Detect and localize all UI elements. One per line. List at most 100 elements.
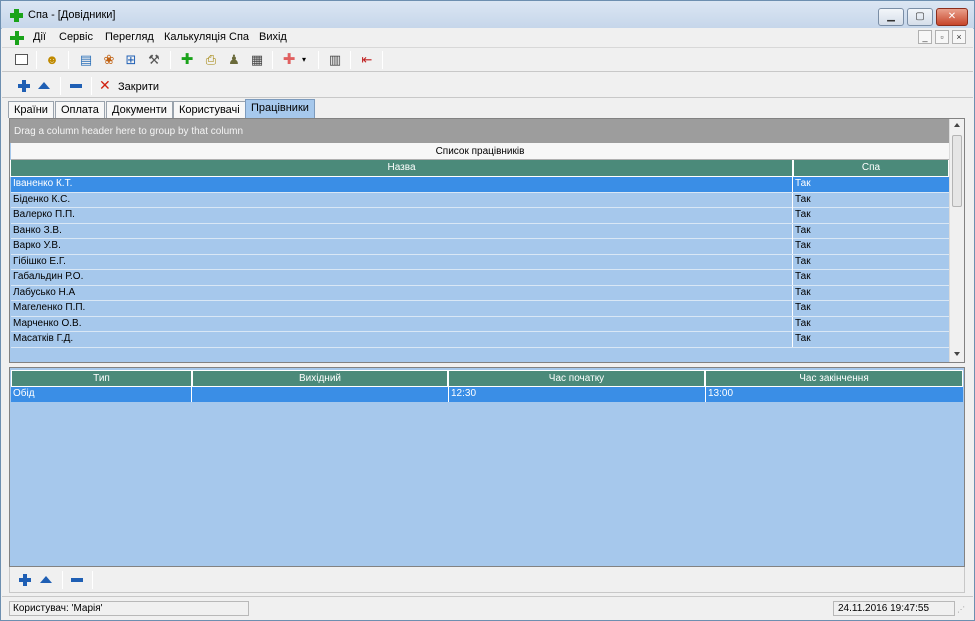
cell-spa[interactable]: Так: [793, 239, 949, 254]
cell-spa[interactable]: Так: [793, 255, 949, 270]
tools-icon[interactable]: ⚒: [145, 51, 163, 69]
cell-spa[interactable]: Так: [793, 224, 949, 239]
table-row[interactable]: Обід 12:30 13:00: [11, 387, 963, 402]
minimize-button[interactable]: ▁: [878, 8, 904, 26]
menu-actions[interactable]: Дії: [31, 31, 48, 43]
cell-name[interactable]: Ванко З.В.: [11, 223, 793, 239]
app-cross-icon: [10, 9, 23, 22]
mdi-minimize-button[interactable]: _: [918, 30, 932, 44]
cell-name[interactable]: Варко У.В.: [11, 239, 793, 254]
cell-spa[interactable]: Так: [793, 193, 949, 208]
delete-schedule-icon[interactable]: [71, 578, 83, 582]
add-schedule-icon[interactable]: [19, 574, 31, 586]
cell-name[interactable]: Валерко П.П.: [11, 208, 793, 223]
users-icon[interactable]: ☻: [43, 51, 61, 69]
scrollbar-thumb[interactable]: [952, 135, 962, 207]
column-header-name[interactable]: Назва: [10, 160, 793, 177]
cell-name[interactable]: Біденко К.С.: [11, 192, 793, 208]
cell-name[interactable]: Габальдин Р.О.: [11, 270, 793, 285]
cell-spa[interactable]: Так: [793, 286, 949, 301]
band-header-title: Список працівників: [11, 143, 949, 160]
cell-spa[interactable]: Так: [793, 208, 949, 223]
table-row[interactable]: Іваненко К.Т. Так: [11, 177, 949, 193]
exit-door-icon[interactable]: ⇤: [358, 51, 376, 69]
add-green-icon[interactable]: ✚: [178, 51, 196, 69]
cell-name[interactable]: Магеленко П.П.: [11, 301, 793, 316]
close-x-icon[interactable]: ✕: [99, 78, 111, 92]
table-row[interactable]: Лабусько Н.А Так: [11, 285, 949, 301]
mdi-restore-button[interactable]: ▫: [935, 30, 949, 44]
cell-spa[interactable]: Так: [793, 301, 949, 316]
column-header-spa[interactable]: Спа: [793, 160, 949, 177]
cell-spa[interactable]: Так: [793, 270, 949, 285]
cell-name[interactable]: Іваненко К.Т.: [11, 177, 793, 192]
cell-spa[interactable]: Так: [793, 177, 949, 192]
delete-record-icon[interactable]: [70, 84, 82, 88]
calculator-icon[interactable]: ▥: [326, 51, 344, 69]
column-header-start-time[interactable]: Час початку: [448, 370, 705, 387]
tab-payment[interactable]: Оплата: [55, 101, 105, 118]
tab-employees[interactable]: Працівники: [245, 99, 315, 118]
schedule-actionbar: [9, 567, 965, 593]
move-up-icon[interactable]: [38, 82, 50, 89]
person-icon[interactable]: ♟: [225, 51, 243, 69]
printer-icon[interactable]: ⎙: [202, 51, 220, 69]
column-header-end-time[interactable]: Час закінчення: [705, 370, 963, 387]
cell-dayoff[interactable]: [192, 387, 449, 402]
app-menu-cross-icon[interactable]: [10, 31, 24, 45]
table-row[interactable]: Біденко К.С. Так: [11, 192, 949, 208]
column-header-type[interactable]: Тип: [11, 370, 192, 387]
column-header-dayoff[interactable]: Вихідний: [192, 370, 448, 387]
record-actionbar: ✕ Закрити: [2, 73, 973, 98]
report-icon[interactable]: ▦: [248, 51, 266, 69]
close-window-button[interactable]: ✕: [936, 8, 968, 26]
mdi-close-button[interactable]: ×: [952, 30, 966, 44]
menu-exit[interactable]: Вихід: [257, 31, 289, 43]
app-window: Спа - [Довідники] ▁ ▢ ✕ Дії Сервіс Перег…: [0, 0, 975, 621]
cell-name[interactable]: Масатків Г.Д.: [11, 332, 793, 347]
cell-end-time[interactable]: 13:00: [706, 387, 963, 402]
cell-spa[interactable]: Так: [793, 317, 949, 332]
cell-start-time[interactable]: 12:30: [449, 387, 706, 402]
table-row[interactable]: Габальдин Р.О. Так: [11, 270, 949, 286]
medical-cross-icon[interactable]: ✚: [280, 51, 298, 69]
table-row[interactable]: Масатків Г.Д. Так: [11, 332, 949, 348]
tab-strip: Країни Оплата Документи Користувачі Прац…: [2, 98, 973, 118]
table-row[interactable]: Марченко О.В. Так: [11, 316, 949, 332]
window-icon[interactable]: [12, 51, 30, 69]
menu-view[interactable]: Перегляд: [103, 31, 156, 43]
add-record-icon[interactable]: [18, 80, 30, 92]
table-row[interactable]: Магеленко П.П. Так: [11, 301, 949, 317]
maximize-button[interactable]: ▢: [907, 8, 933, 26]
schedule-move-up-icon[interactable]: [40, 576, 52, 583]
table-row[interactable]: Валерко П.П. Так: [11, 208, 949, 224]
resize-grip-icon[interactable]: ⋰: [957, 605, 969, 617]
scroll-up-arrow-icon[interactable]: [954, 123, 960, 127]
cell-name[interactable]: Гібішко Е.Г.: [11, 254, 793, 270]
vertical-scrollbar[interactable]: [949, 119, 964, 362]
scroll-down-arrow-icon[interactable]: [954, 352, 960, 356]
group-by-panel[interactable]: Drag a column header here to group by th…: [10, 119, 949, 143]
menu-service[interactable]: Сервіс: [57, 31, 95, 43]
cell-name[interactable]: Лабусько Н.А: [11, 285, 793, 301]
tab-documents[interactable]: Документи: [106, 101, 173, 118]
schedule-grid: Тип Вихідний Час початку Час закінчення …: [9, 367, 965, 567]
table-row[interactable]: Гібішко Е.Г. Так: [11, 254, 949, 270]
title-bar: Спа - [Довідники] ▁ ▢ ✕: [1, 1, 974, 29]
menu-spa-calculation[interactable]: Калькуляція Спа: [162, 31, 251, 43]
status-bar: Користувач: 'Марія' 24.11.2016 19:47:55 …: [2, 596, 973, 620]
document-icon[interactable]: ▤: [77, 51, 95, 69]
table-row[interactable]: Варко У.В. Так: [11, 239, 949, 255]
main-toolbar: ☻ ▤ ❀ ⊞ ⚒ ✚ ⎙ ♟ ▦ ✚ ▾ ▥ ⇤: [2, 48, 973, 72]
close-button-label[interactable]: Закрити: [118, 81, 159, 93]
cell-type[interactable]: Обід: [11, 387, 192, 402]
tab-users[interactable]: Користувачі: [173, 101, 246, 118]
cell-spa[interactable]: Так: [793, 332, 949, 347]
table-row[interactable]: Ванко З.В. Так: [11, 223, 949, 239]
menu-bar: Дії Сервіс Перегляд Калькуляція Спа Вихі…: [2, 28, 973, 48]
chevron-down-icon[interactable]: ▾: [299, 51, 309, 69]
cell-name[interactable]: Марченко О.В.: [11, 316, 793, 332]
palette-icon[interactable]: ❀: [100, 51, 118, 69]
tab-countries[interactable]: Країни: [8, 101, 54, 118]
grid-icon[interactable]: ⊞: [122, 51, 140, 69]
